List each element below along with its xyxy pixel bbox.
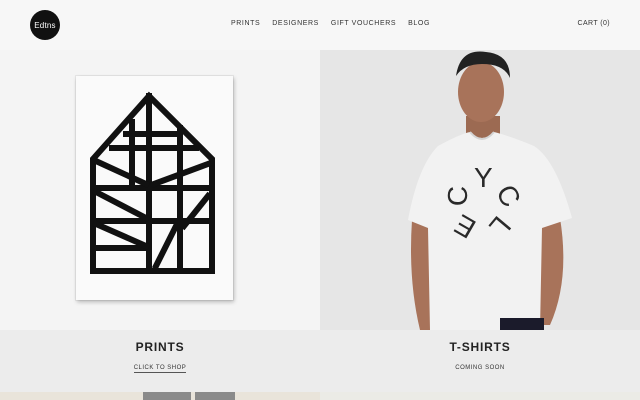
- tshirts-panel[interactable]: Y C L E C: [320, 50, 640, 330]
- cart-link[interactable]: CART (0): [577, 20, 610, 27]
- preview-block: [143, 392, 191, 400]
- tshirt-letter: C: [490, 179, 528, 213]
- tshirts-caption: T-SHIRTS COMING SOON: [320, 330, 640, 392]
- tshirt-letter: C: [442, 185, 474, 207]
- tshirt-print-text: Y C L E C: [440, 160, 540, 260]
- nav-item-prints[interactable]: PRINTS: [231, 20, 260, 27]
- tshirt-letter: L: [483, 210, 518, 243]
- nav-item-blog[interactable]: BLOG: [408, 20, 430, 27]
- prints-caption: PRINTS CLICK TO SHOP: [0, 330, 320, 392]
- prints-title: PRINTS: [135, 340, 185, 354]
- preview-block: [195, 392, 235, 400]
- logo[interactable]: Edtns: [30, 10, 60, 40]
- click-to-shop-link[interactable]: CLICK TO SHOP: [133, 365, 187, 373]
- nav-item-designers[interactable]: DESIGNERS: [272, 20, 319, 27]
- next-row-right-preview: [320, 392, 640, 400]
- tshirt-letter: E: [449, 208, 481, 245]
- next-row-left-preview: [0, 392, 320, 400]
- prints-panel[interactable]: [0, 50, 320, 330]
- tshirts-title: T-SHIRTS: [449, 340, 511, 354]
- main-nav: PRINTS DESIGNERS GIFT VOUCHERS BLOG: [231, 20, 430, 27]
- tshirt-letter: Y: [474, 162, 493, 193]
- nav-item-gift-vouchers[interactable]: GIFT VOUCHERS: [331, 20, 396, 27]
- house-print-image[interactable]: [76, 76, 233, 300]
- site-header: Edtns PRINTS DESIGNERS GIFT VOUCHERS BLO…: [0, 0, 640, 50]
- coming-soon-label: COMING SOON: [455, 365, 505, 371]
